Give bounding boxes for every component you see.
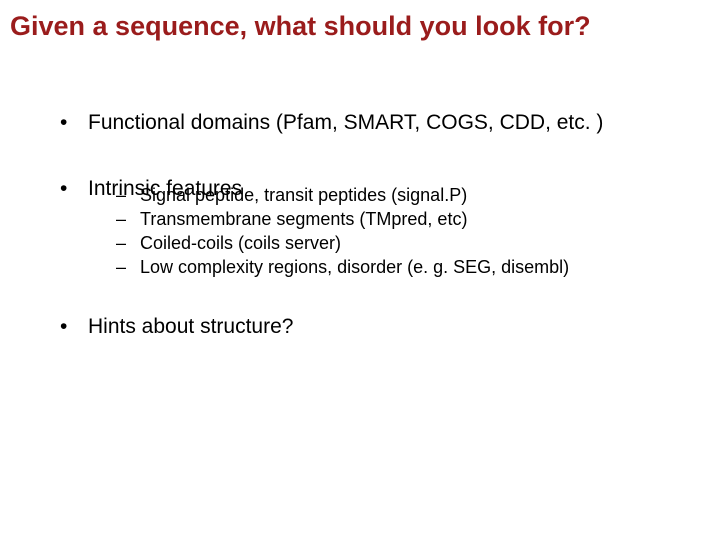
slide: Given a sequence, what should you look f… <box>0 0 720 540</box>
sub-bullet-transmembrane: – Transmembrane segments (TMpred, etc) <box>116 207 680 231</box>
sub-bullet-text: Coiled-coils (coils server) <box>140 231 341 255</box>
sub-bullet-text: Low complexity regions, disorder (e. g. … <box>140 255 569 279</box>
sub-bullet-text: Transmembrane segments (TMpred, etc) <box>140 207 467 231</box>
bullet-functional-domains: • Functional domains (Pfam, SMART, COGS,… <box>60 110 680 136</box>
sub-bullet-text: Signal peptide, transit peptides (signal… <box>140 183 467 207</box>
bullet-marker: • <box>60 110 88 136</box>
sub-bullet-signal-peptide: – Signal peptide, transit peptides (sign… <box>116 183 680 207</box>
bullet-marker: • <box>60 176 88 202</box>
slide-body: • Functional domains (Pfam, SMART, COGS,… <box>60 110 680 372</box>
bullet-text: Functional domains (Pfam, SMART, COGS, C… <box>88 110 603 136</box>
dash-marker: – <box>116 255 140 279</box>
bullet-marker: • <box>60 314 88 340</box>
dash-marker: – <box>116 183 140 207</box>
bullet-text: Hints about structure? <box>88 314 293 340</box>
sub-bullet-low-complexity: – Low complexity regions, disorder (e. g… <box>116 255 680 279</box>
dash-marker: – <box>116 231 140 255</box>
sub-bullet-group: – Signal peptide, transit peptides (sign… <box>116 183 680 280</box>
slide-title: Given a sequence, what should you look f… <box>10 10 710 42</box>
sub-bullet-coiled-coils: – Coiled-coils (coils server) <box>116 231 680 255</box>
bullet-hints-structure: • Hints about structure? <box>60 314 680 340</box>
dash-marker: – <box>116 207 140 231</box>
